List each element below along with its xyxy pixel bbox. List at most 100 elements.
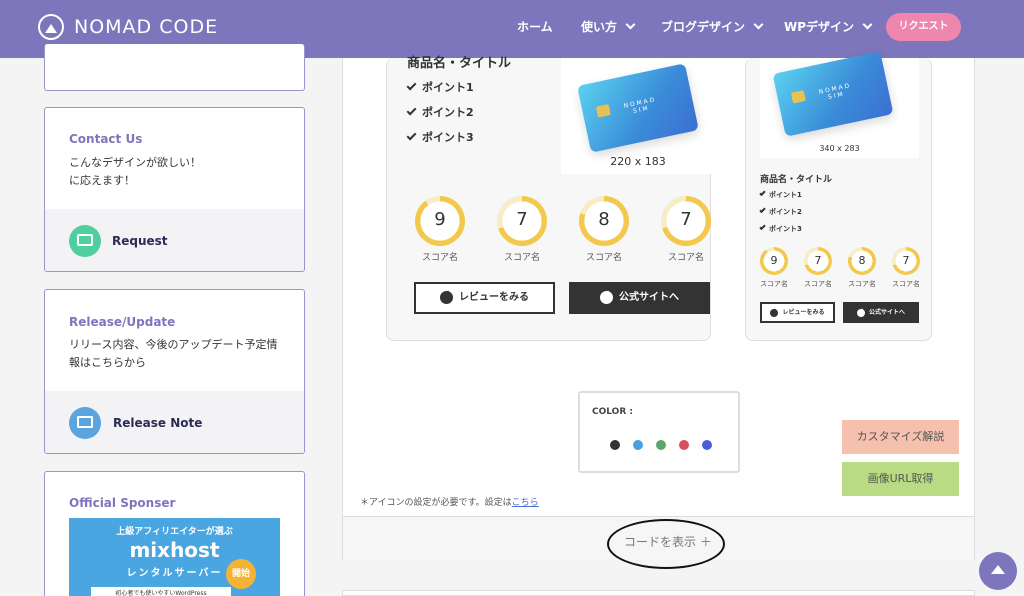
show-code-bar[interactable]: コードを表示 ＋ [343,516,974,569]
sim-text: NOMAD SIM [623,96,657,115]
nav-wp-design[interactable]: WPデザイン [784,18,873,35]
image-caption-small: 340 x 283 [819,144,860,153]
score-value: 9 [770,254,778,267]
nav-blog-design[interactable]: ブログデザイン [661,18,764,35]
score-ring: 7 [661,196,711,246]
contact-text-line1: こんなデザインが欲しい！ [69,156,201,169]
review-button[interactable]: レビューをみる [414,282,555,314]
nav-usage-label: 使い方 [581,20,618,34]
review-button-label: レビューをみる [459,292,529,303]
contact-text-line2: に応えます！ [69,174,135,187]
score-ring: 7 [892,247,920,275]
sim-card-image: NOMAD SIM [577,63,699,153]
color-panel: COLOR : [578,391,740,473]
arrow-right-icon [600,290,613,304]
scroll-to-top-button[interactable] [979,552,1017,590]
sponsor-widget: Official Sponser 上級アフィリエイターが選ぶ mixhost レ… [44,471,305,596]
request-link[interactable]: Request [45,209,304,271]
score-label: スコア名 [585,253,622,263]
product-card-small: NOMAD SIM 340 x 283 商品名・タイトル ポイント1 ポイント2… [745,51,932,341]
score-value: 8 [858,254,866,267]
review-button-small[interactable]: レビューをみる [760,302,835,323]
product-image-small: NOMAD SIM 340 x 283 [760,51,919,158]
score-ring: 8 [848,247,876,275]
color-swatch[interactable] [656,440,666,450]
check-icon [406,80,417,91]
banner-top-text: 上級アフィリエイターが選ぶ [116,527,233,537]
main-nav: ホーム 使い方 ブログデザイン WPデザイン [0,18,1024,38]
nav-wp-design-label: WPデザイン [784,20,855,34]
check-icon [759,206,766,214]
color-swatch[interactable] [702,440,712,450]
product-card-large: 商品名・タイトル ポイント1 ポイント2 ポイント3 NOMAD SIM 220… [386,56,715,341]
note-link[interactable]: こちら [512,498,539,508]
color-swatch[interactable] [610,440,620,450]
score-label: スコア名 [848,280,876,288]
next-section-edge [342,590,975,596]
score-ring: 9 [760,247,788,275]
product-point-small-2: ポイント2 [759,206,802,217]
score-label: スコア名 [503,253,540,263]
color-swatch[interactable] [633,440,643,450]
product-title-small: 商品名・タイトル [760,175,833,185]
note-text: ＊アイコンの設定が必要です。設定は [360,498,512,508]
release-text: リリース内容、今後のアップデート予定情報はこちらから [69,338,278,369]
score-value: 7 [680,209,692,230]
banner-strip: 初心者でも使いやすいWordPress [91,587,231,596]
score-label: スコア名 [667,253,704,263]
image-url-button[interactable]: 画像URL取得 [842,462,959,496]
image-caption: 220 x 183 [610,155,666,168]
product-point-small-1-text: ポイント1 [769,191,802,199]
nav-home[interactable]: ホーム [517,18,553,35]
product-title: 商品名・タイトル [407,56,512,71]
contact-widget: Contact Us こんなデザインが欲しい！ に応えます！ Request [44,107,305,272]
release-note-link[interactable]: Release Note [45,391,304,453]
sponsor-title: Official Sponser [69,496,176,510]
score-ring: 7 [804,247,832,275]
chevron-down-icon [862,19,873,30]
score-value: 7 [814,254,822,267]
sim-text-small: NOMAD SIM [818,82,852,101]
banner-badge: 開始 [226,559,256,589]
product-point-3-text: ポイント3 [422,131,474,144]
score-value: 7 [902,254,910,267]
nav-usage[interactable]: 使い方 [581,18,636,35]
contact-title: Contact Us [69,132,143,146]
color-swatch[interactable] [679,440,689,450]
chevron-down-icon [625,19,636,30]
icon-setting-note: ＊アイコンの設定が必要です。設定はこちら [360,495,539,508]
request-button[interactable]: リクエスト [886,13,961,41]
check-icon [759,223,766,231]
color-label: COLOR : [592,407,633,417]
official-site-button-label: 公式サイトへ [619,292,679,303]
product-point-small-3-text: ポイント3 [769,225,802,233]
arrow-right-icon [856,308,865,317]
product-image: NOMAD SIM 220 x 183 [561,58,715,174]
check-icon [759,189,766,197]
chevron-down-icon [753,19,764,30]
arrow-right-icon [440,290,453,304]
sponsor-banner[interactable]: 上級アフィリエイターが選ぶ mixhost レンタルサーバー 開始 初心者でも使… [69,518,280,596]
sidebar-widget-partial [44,44,305,91]
product-point-1-text: ポイント1 [422,81,474,94]
product-point-1: ポイント1 [406,79,474,95]
official-site-button[interactable]: 公式サイトへ [569,282,710,314]
score-label: スコア名 [760,280,788,288]
review-button-small-label: レビューをみる [782,309,825,316]
score-ring: 8 [579,196,629,246]
edit-icon [69,407,101,439]
official-site-button-small-label: 公式サイトへ [868,309,905,316]
customize-guide-button[interactable]: カスタマイズ解説 [842,420,959,454]
nav-blog-design-label: ブログデザイン [661,20,746,34]
sim-card-image-small: NOMAD SIM [772,51,894,137]
product-point-3: ポイント3 [406,129,474,145]
product-point-small-1: ポイント1 [759,189,802,200]
arrow-up-icon [991,565,1005,574]
check-icon [406,130,417,141]
score-value: 7 [516,209,528,230]
release-title: Release/Update [69,315,176,329]
score-label: スコア名 [804,280,832,288]
official-site-button-small[interactable]: 公式サイトへ [843,302,919,323]
mail-icon [69,225,101,257]
product-point-2-text: ポイント2 [422,106,474,119]
